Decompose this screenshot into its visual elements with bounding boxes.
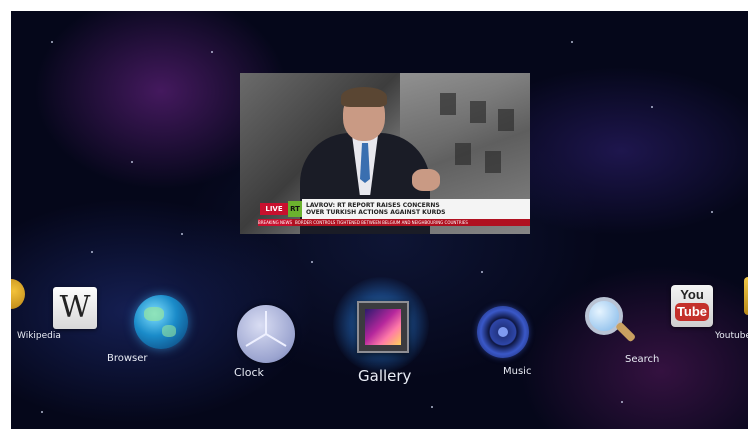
live-badge: LIVE — [260, 203, 288, 215]
youtube-icon: You Tube — [671, 285, 713, 327]
news-anchor-hand — [412, 169, 440, 191]
news-ticker: LIVE RT LAVROV: RT REPORT RAISES CONCERN… — [240, 196, 530, 228]
wikipedia-icon: W — [53, 287, 97, 329]
partial-app-icon — [11, 279, 25, 309]
star — [651, 106, 653, 108]
star — [131, 161, 133, 163]
speaker-icon — [477, 306, 529, 358]
star — [431, 406, 433, 408]
building-window — [440, 93, 456, 115]
headline-line-1: LAVROV: RT REPORT RAISES CONCERNS — [306, 202, 440, 209]
news-anchor-hair — [341, 87, 387, 107]
star — [481, 271, 483, 273]
breaking-news-text: BORDER CONTROLS TIGHTENED BETWEEN BELGIU… — [292, 219, 530, 226]
star — [571, 41, 573, 43]
star — [51, 41, 53, 43]
clock-icon — [237, 305, 295, 363]
building-window — [470, 101, 486, 123]
star — [621, 401, 623, 403]
partial-app-icon — [744, 277, 748, 315]
building-window — [498, 109, 514, 131]
star — [41, 411, 43, 413]
app-label-youtube: Youtube — [715, 331, 748, 341]
star — [711, 211, 713, 213]
globe-icon — [134, 295, 188, 349]
magnifier-icon — [583, 295, 637, 349]
app-label-wikipedia: Wikipedia — [17, 331, 61, 341]
app-label-search: Search — [625, 354, 660, 365]
star — [181, 233, 183, 235]
app-label-clock: Clock — [234, 366, 264, 379]
channel-logo: RT — [288, 201, 302, 217]
app-label-gallery: Gallery — [358, 367, 412, 385]
live-tv-preview[interactable]: LIVE RT LAVROV: RT REPORT RAISES CONCERN… — [240, 73, 530, 234]
news-headline: LAVROV: RT REPORT RAISES CONCERNS OVER T… — [302, 199, 530, 219]
star — [211, 51, 213, 53]
star — [311, 261, 313, 263]
building-window — [455, 143, 471, 165]
headline-line-2: OVER TURKISH ACTIONS AGAINST KURDS — [306, 209, 446, 216]
app-label-browser: Browser — [107, 353, 148, 364]
building-window — [485, 151, 501, 173]
breaking-news-label: BREAKING NEWS — [258, 219, 292, 226]
app-label-music: Music — [503, 366, 532, 377]
gallery-icon — [357, 301, 409, 353]
star — [91, 251, 93, 253]
launcher-screen: LIVE RT LAVROV: RT REPORT RAISES CONCERN… — [11, 11, 748, 429]
